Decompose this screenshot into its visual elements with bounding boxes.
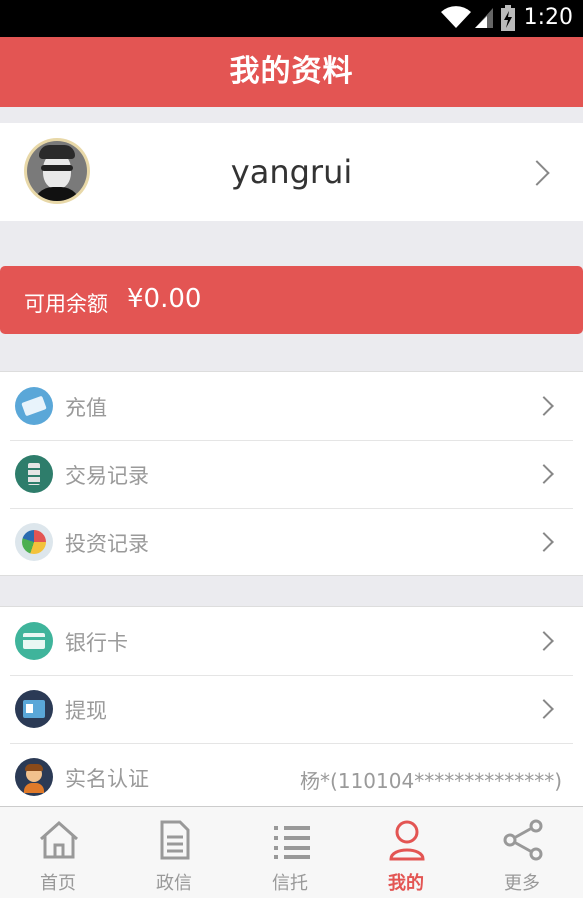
menu-item-transactions[interactable]: 交易记录 <box>0 440 583 508</box>
status-bar: 1:20 <box>0 0 583 37</box>
bottom-tab-bar: 首页 政信 信托 我的 更多 <box>0 806 583 898</box>
menu-item-label: 充值 <box>65 396 107 420</box>
chevron-right-icon <box>534 631 554 651</box>
identity-value: 杨*(110104**************) <box>300 769 562 793</box>
signal-icon <box>475 8 493 28</box>
chevron-right-icon <box>534 464 554 484</box>
tab-trust[interactable]: 信托 <box>232 807 348 898</box>
tab-label: 政信 <box>156 873 192 894</box>
app-header: 我的资料 <box>0 37 583 107</box>
balance-card: 可用余额 ¥0.00 <box>0 266 583 334</box>
money-icon <box>15 387 53 425</box>
page-title: 我的资料 <box>229 54 354 89</box>
menu-item-label: 实名认证 <box>65 767 149 791</box>
ledger-icon <box>15 455 53 493</box>
tab-more[interactable]: 更多 <box>464 807 580 898</box>
home-icon <box>40 820 78 859</box>
share-icon <box>503 819 543 861</box>
tab-label: 信托 <box>272 873 308 894</box>
menu-item-investments[interactable]: 投资记录 <box>0 508 583 576</box>
menu-item-label: 银行卡 <box>65 631 128 655</box>
profile-row[interactable]: yangrui <box>0 123 583 221</box>
username: yangrui <box>230 153 353 191</box>
document-icon <box>160 820 190 860</box>
tab-mine[interactable]: 我的 <box>348 807 464 898</box>
menu-group-settings: 银行卡 提现 实名认证 杨*(110104**************) <box>0 606 583 806</box>
menu-item-recharge[interactable]: 充值 <box>0 372 583 440</box>
list-icon <box>274 826 310 859</box>
pie-chart-icon <box>15 523 53 561</box>
menu-item-label: 投资记录 <box>65 532 149 556</box>
menu-item-label: 提现 <box>65 699 107 723</box>
bank-card-icon <box>15 622 53 660</box>
balance-amount: ¥0.00 <box>127 284 202 314</box>
user-icon <box>389 820 425 861</box>
wifi-icon <box>441 6 471 28</box>
menu-group-account: 充值 交易记录 投资记录 <box>0 371 583 576</box>
menu-item-identity[interactable]: 实名认证 杨*(110104**************) <box>0 743 583 811</box>
tab-label: 更多 <box>504 873 540 894</box>
battery-charging-icon <box>501 5 515 31</box>
chevron-right-icon <box>534 532 554 552</box>
clock: 1:20 <box>523 5 573 30</box>
menu-item-label: 交易记录 <box>65 464 149 488</box>
tab-home[interactable]: 首页 <box>0 807 116 898</box>
tab-label: 我的 <box>388 873 424 894</box>
chevron-right-icon <box>534 699 554 719</box>
person-icon <box>15 758 53 796</box>
tab-label: 首页 <box>40 873 76 894</box>
chevron-right-icon <box>534 396 554 416</box>
withdraw-icon <box>15 690 53 728</box>
balance-label: 可用余额 <box>24 292 108 316</box>
tab-zhengxin[interactable]: 政信 <box>116 807 232 898</box>
menu-item-bank-card[interactable]: 银行卡 <box>0 607 583 675</box>
menu-item-withdraw[interactable]: 提现 <box>0 675 583 743</box>
